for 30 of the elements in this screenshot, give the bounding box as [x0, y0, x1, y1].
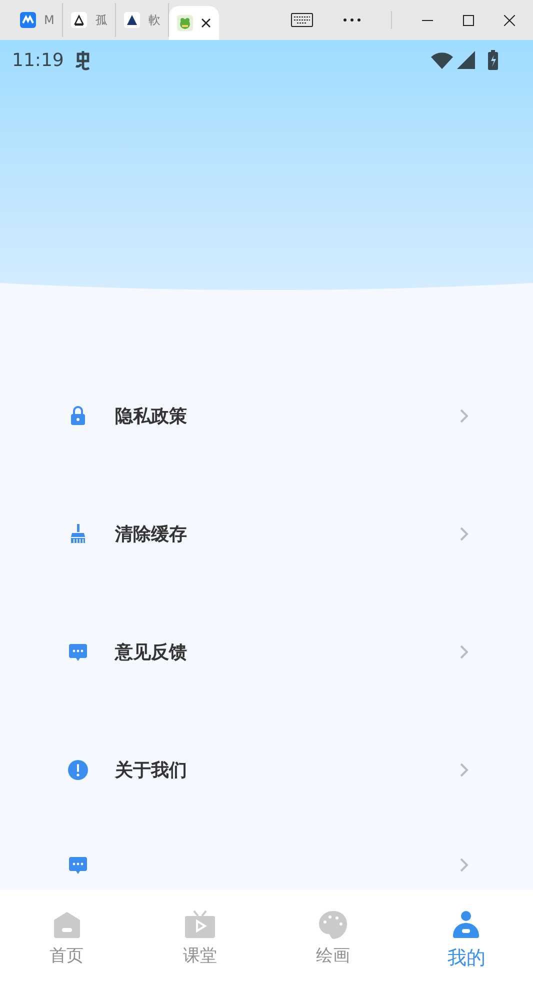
signal-icon — [457, 51, 475, 69]
battery-icon — [487, 50, 499, 70]
chevron-right-icon — [459, 857, 469, 873]
exclamation-icon — [66, 758, 90, 782]
menu-item[interactable]: 隐私政策 — [0, 357, 533, 475]
site-icon — [20, 12, 36, 28]
menu-item[interactable]: 清除缓存 — [0, 475, 533, 593]
nav-tab[interactable]: 绘画 — [266, 890, 400, 987]
site-icon — [124, 12, 140, 28]
more-icon[interactable] — [343, 18, 361, 22]
chevron-right-icon — [459, 762, 469, 778]
menu-item[interactable]: 关于我们 — [0, 711, 533, 829]
nav-tab[interactable]: 我的 — [400, 890, 533, 987]
browser-tab[interactable]: 軟 — [116, 3, 170, 37]
nav-tab[interactable]: 课堂 — [133, 890, 266, 987]
site-icon — [71, 12, 88, 28]
close-icon[interactable] — [504, 14, 515, 26]
wifi-icon — [431, 51, 453, 69]
chevron-right-icon — [459, 644, 469, 660]
chevron-right-icon — [459, 408, 469, 424]
status-time: 11:19 — [12, 48, 64, 72]
browser-tab[interactable]: M — [12, 3, 64, 37]
browser-tab[interactable]: 孤 — [63, 3, 116, 37]
maximize-icon[interactable] — [463, 14, 474, 26]
menu-item[interactable]: 意见反馈 — [0, 593, 533, 711]
nav-tab[interactable]: 首页 — [0, 890, 134, 987]
keyboard-icon[interactable] — [291, 13, 313, 27]
close-icon[interactable] — [201, 18, 212, 28]
site-icon — [177, 15, 194, 31]
chevron-right-icon — [459, 526, 469, 542]
